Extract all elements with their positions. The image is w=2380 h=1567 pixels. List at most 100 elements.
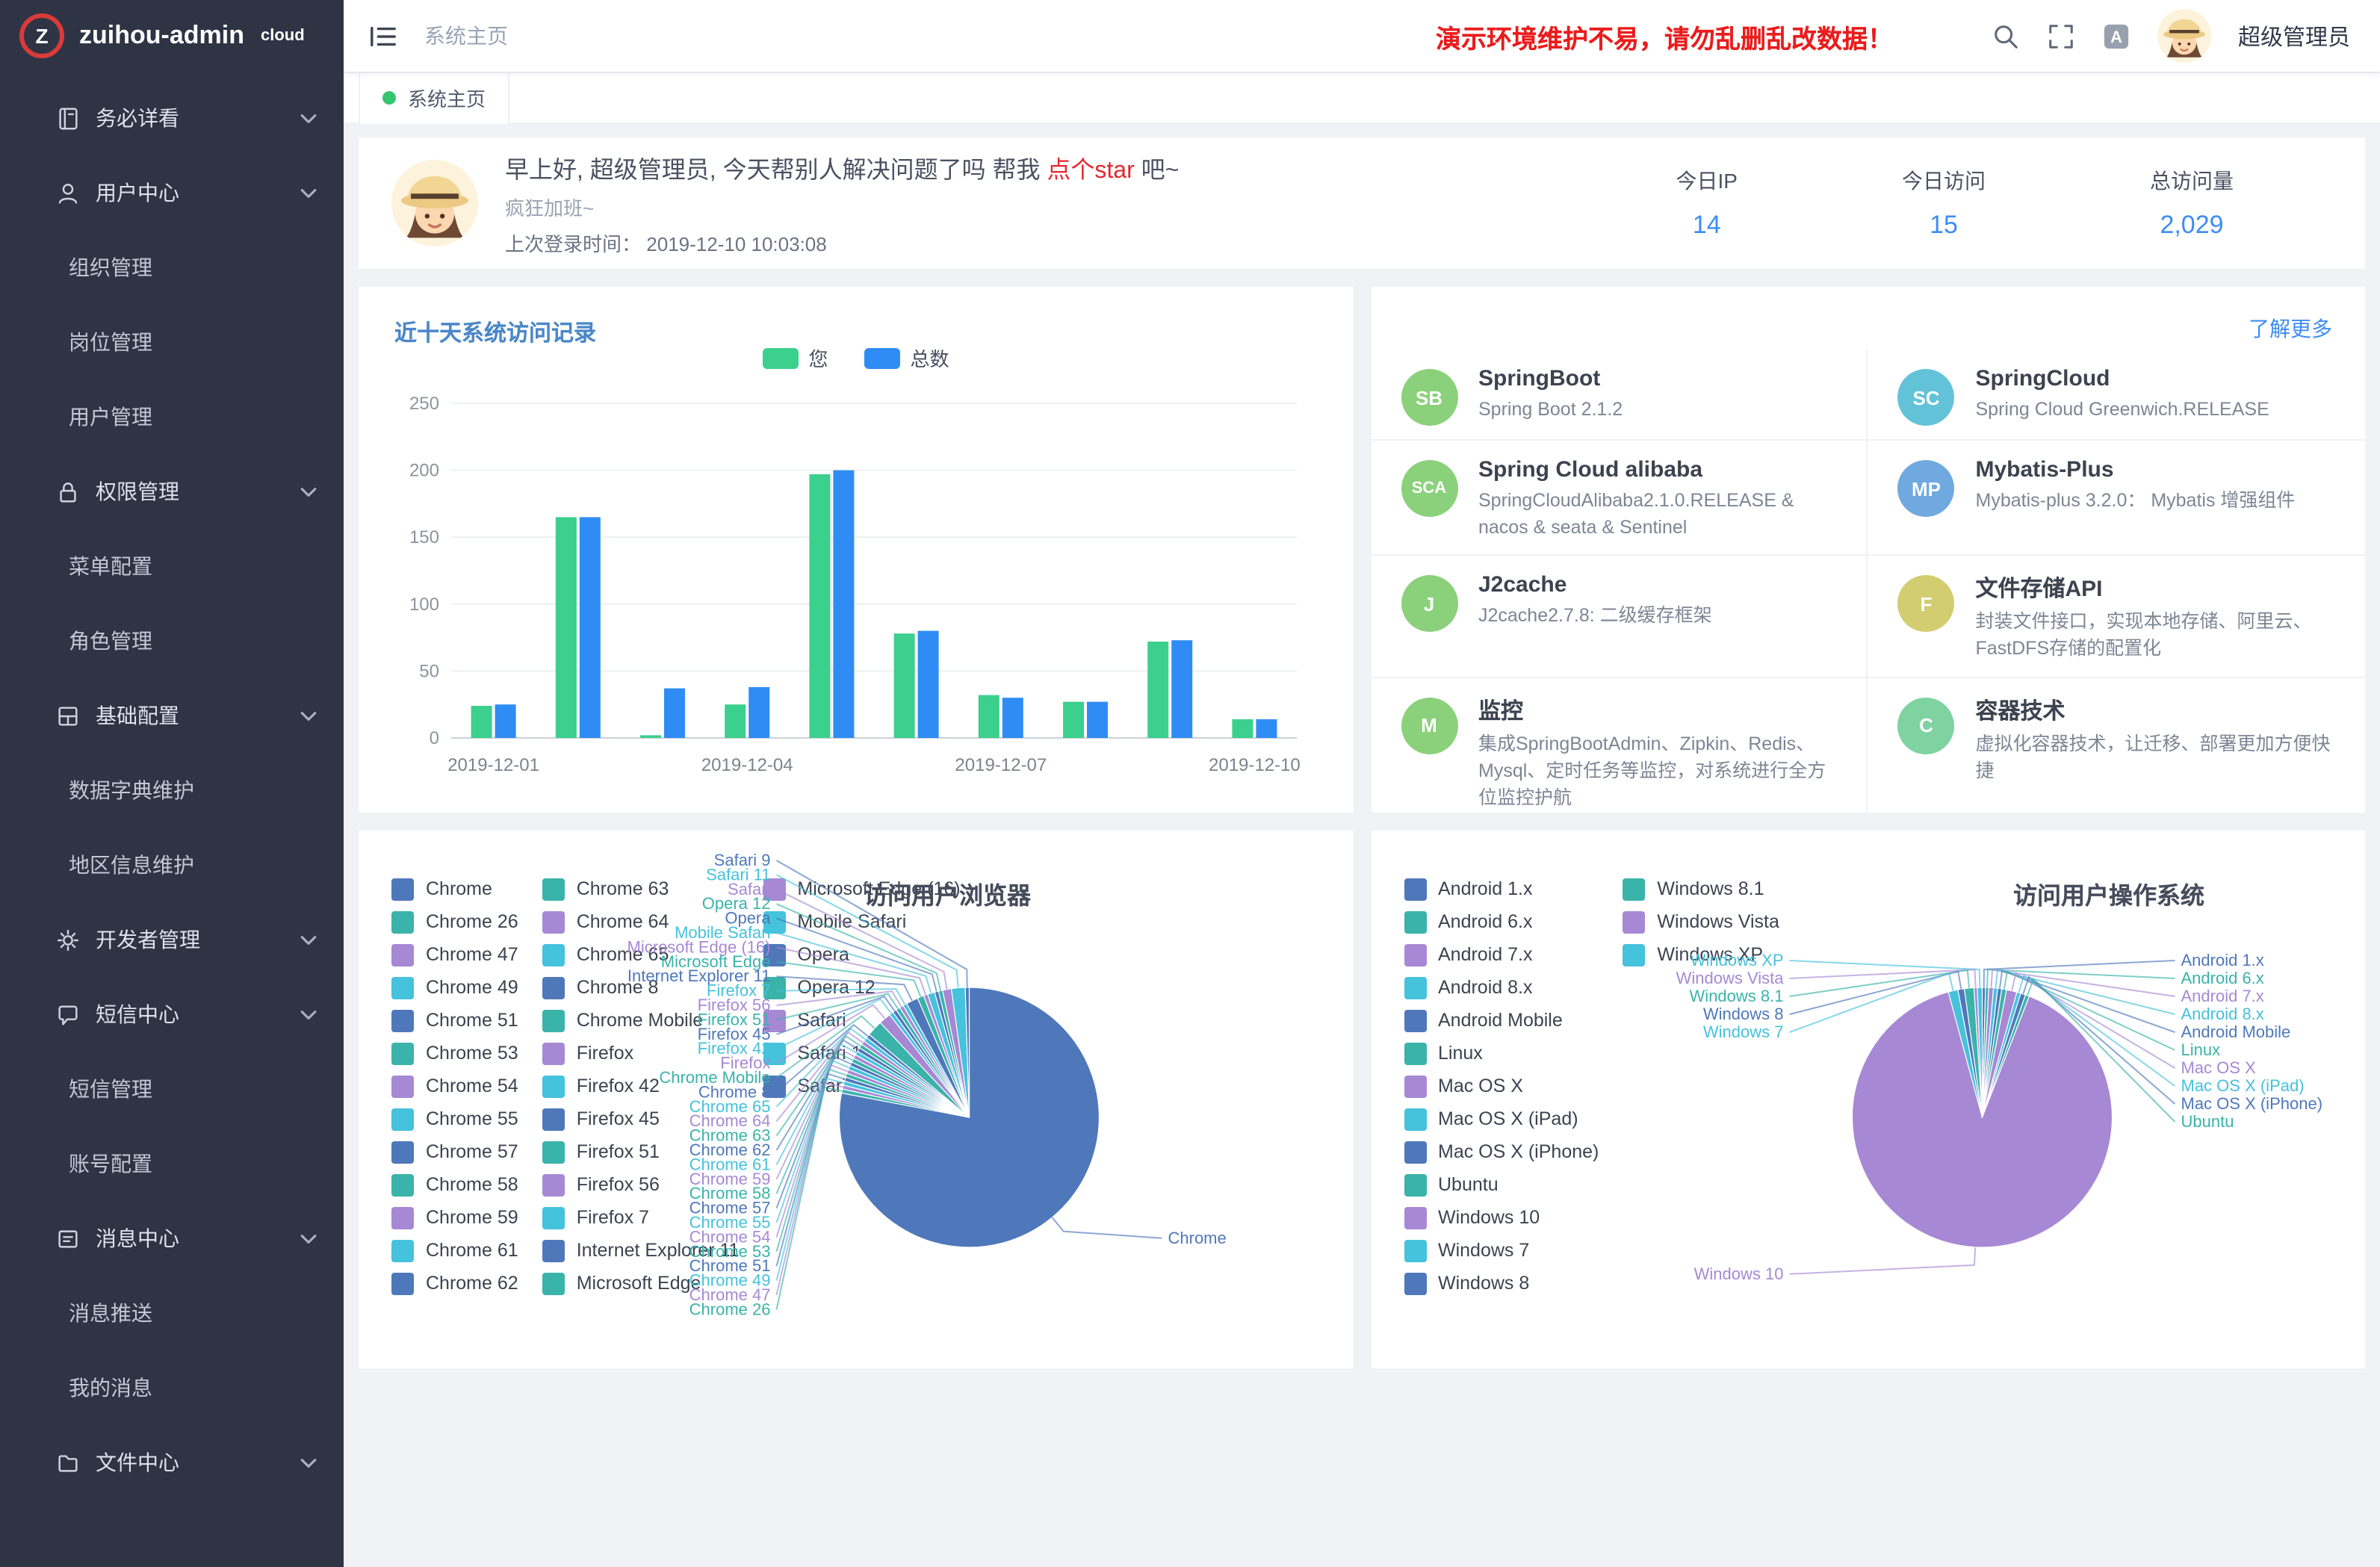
legend-item[interactable]: Chrome 8 xyxy=(542,971,740,1004)
legend-label: Firefox 51 xyxy=(577,1141,660,1162)
sidebar-item[interactable]: 基础配置 xyxy=(0,678,344,753)
legend-item[interactable]: Android 1.x xyxy=(1404,872,1599,905)
sidebar-subitem[interactable]: 菜单配置 xyxy=(0,529,344,603)
legend-item[interactable]: Chrome 26 xyxy=(391,905,518,938)
star-link[interactable]: 点个star xyxy=(1047,158,1134,184)
legend-item[interactable]: Windows 7 xyxy=(1404,1234,1599,1267)
sidebar-item[interactable]: 文件中心 xyxy=(0,1425,344,1500)
learn-more-link[interactable]: 了解更多 xyxy=(2249,314,2332,344)
legend-item[interactable]: Chrome 63 xyxy=(542,872,740,905)
legend-item[interactable]: Chrome 61 xyxy=(391,1234,518,1267)
tech-badge: C xyxy=(1898,697,1955,754)
svg-text:Linux: Linux xyxy=(2181,1040,2220,1059)
sidebar-subitem[interactable]: 短信管理 xyxy=(0,1052,344,1126)
legend-item[interactable]: Android 6.x xyxy=(1404,905,1599,938)
legend-item[interactable]: Internet Explorer 11 xyxy=(542,1234,740,1267)
legend-item[interactable]: Safari 9 xyxy=(763,1070,960,1102)
legend-item[interactable]: Mac OS X (iPad) xyxy=(1404,1102,1599,1135)
sidebar-subitem[interactable]: 地区信息维护 xyxy=(0,828,344,902)
legend-item[interactable]: Mac OS X xyxy=(1404,1070,1599,1102)
legend-item[interactable]: Chrome 59 xyxy=(391,1201,518,1234)
legend-swatch xyxy=(1404,1206,1426,1229)
legend-swatch xyxy=(391,1173,414,1196)
legend-item[interactable]: Safari 11 xyxy=(763,1037,960,1070)
legend-item[interactable]: Microsoft Edge xyxy=(542,1267,740,1300)
legend-item[interactable]: Chrome 47 xyxy=(391,938,518,971)
sidebar-subitem[interactable]: 用户管理 xyxy=(0,379,344,454)
legend-label: Chrome 55 xyxy=(426,1108,518,1129)
app-logo[interactable]: Z zuihou-admin cloud xyxy=(0,0,344,72)
legend-item[interactable]: 您 xyxy=(762,344,828,372)
legend-item[interactable]: Chrome 53 xyxy=(391,1037,518,1070)
legend-item[interactable]: 总数 xyxy=(864,344,949,372)
legend-item[interactable]: Firefox xyxy=(542,1037,740,1070)
legend-item[interactable]: Firefox 42 xyxy=(542,1070,740,1102)
legend-label: Chrome 63 xyxy=(577,878,669,899)
sidebar-item[interactable]: 权限管理 xyxy=(0,454,344,529)
sidebar-item[interactable]: 用户中心 xyxy=(0,155,344,230)
legend-item[interactable]: Mac OS X (iPhone) xyxy=(1404,1135,1599,1168)
legend-swatch xyxy=(1404,878,1426,900)
legend-swatch xyxy=(763,910,785,933)
legend-item[interactable]: Opera xyxy=(763,938,960,971)
legend-item[interactable]: Chrome Mobile xyxy=(542,1004,740,1037)
collapse-menu-icon[interactable] xyxy=(369,22,397,50)
legend-label: Mac OS X (iPad) xyxy=(1438,1108,1578,1129)
sidebar-subitem[interactable]: 岗位管理 xyxy=(0,305,344,379)
username[interactable]: 超级管理员 xyxy=(2238,20,2350,52)
legend-item[interactable]: Chrome 57 xyxy=(391,1135,518,1168)
tech-badge: F xyxy=(1898,576,1955,633)
user-avatar[interactable] xyxy=(2157,9,2211,63)
legend-item[interactable]: Chrome xyxy=(391,872,518,905)
sidebar-subitem[interactable]: 角色管理 xyxy=(0,603,344,678)
legend-swatch xyxy=(542,910,565,933)
legend-item[interactable]: Chrome 64 xyxy=(542,905,740,938)
legend-item[interactable]: Android 8.x xyxy=(1404,971,1599,1004)
fullscreen-icon[interactable] xyxy=(2047,22,2075,50)
legend-item[interactable]: Chrome 54 xyxy=(391,1070,518,1102)
sidebar-subitem[interactable]: 账号配置 xyxy=(0,1126,344,1201)
legend-item[interactable]: Ubuntu xyxy=(1404,1168,1599,1201)
search-icon[interactable] xyxy=(1992,22,2020,50)
stats: 今日IP14今日访问15总访问量2,029 xyxy=(1676,166,2332,241)
sidebar-item[interactable]: 开发者管理 xyxy=(0,902,344,977)
topbar: 系统主页 演示环境维护不易，请勿乱删乱改数据！ A 超级管理员 xyxy=(344,0,2380,72)
legend-item[interactable]: Opera 12 xyxy=(763,971,960,1004)
sidebar-subitem[interactable]: 消息推送 xyxy=(0,1276,344,1350)
legend-item[interactable]: Safari xyxy=(763,1004,960,1037)
legend-item[interactable]: Firefox 7 xyxy=(542,1201,740,1234)
legend-item[interactable]: Windows 10 xyxy=(1404,1201,1599,1234)
font-size-icon[interactable]: A xyxy=(2102,22,2130,50)
sidebar-item[interactable]: 消息中心 xyxy=(0,1201,344,1276)
sidebar-subitem[interactable]: 组织管理 xyxy=(0,230,344,305)
sidebar-subitem[interactable]: 数据字典维护 xyxy=(0,753,344,828)
breadcrumb[interactable]: 系统主页 xyxy=(424,21,508,51)
row-1: 近十天系统访问记录 您 总数 0501001502002502019-12-01… xyxy=(359,287,2365,813)
legend-item[interactable]: Chrome 62 xyxy=(391,1267,518,1300)
legend-item[interactable]: Chrome 51 xyxy=(391,1004,518,1037)
message-icon xyxy=(55,1226,81,1251)
legend-item[interactable]: Chrome 58 xyxy=(391,1168,518,1201)
legend-item[interactable]: Firefox 51 xyxy=(542,1135,740,1168)
sidebar-subitem[interactable]: 我的消息 xyxy=(0,1350,344,1425)
legend-item[interactable]: Chrome 49 xyxy=(391,971,518,1004)
legend-item[interactable]: Android 7.x xyxy=(1404,938,1599,971)
svg-text:100: 100 xyxy=(409,595,439,615)
legend-item[interactable]: Linux xyxy=(1404,1037,1599,1070)
bar-chart-legend: 您 总数 xyxy=(762,344,949,372)
legend-item[interactable]: Firefox 56 xyxy=(542,1168,740,1201)
legend-item[interactable]: Android Mobile xyxy=(1404,1004,1599,1037)
legend-item[interactable]: Windows Vista xyxy=(1623,905,1779,938)
legend-item[interactable]: Chrome 55 xyxy=(391,1102,518,1135)
gear-icon xyxy=(55,927,81,952)
legend-item[interactable]: Windows XP xyxy=(1623,938,1779,971)
legend-swatch xyxy=(763,878,785,900)
legend-item[interactable]: Windows 8 xyxy=(1404,1267,1599,1300)
tab-home[interactable]: 系统主页 xyxy=(359,72,509,123)
sidebar-item[interactable]: 短信中心 xyxy=(0,977,344,1052)
legend-item[interactable]: Chrome 65 xyxy=(542,938,740,971)
sidebar-item[interactable]: 务必详看 xyxy=(0,81,344,155)
legend-item[interactable]: Firefox 45 xyxy=(542,1102,740,1135)
legend-item[interactable]: Windows 8.1 xyxy=(1623,872,1779,905)
greeting-avatar xyxy=(391,160,478,246)
